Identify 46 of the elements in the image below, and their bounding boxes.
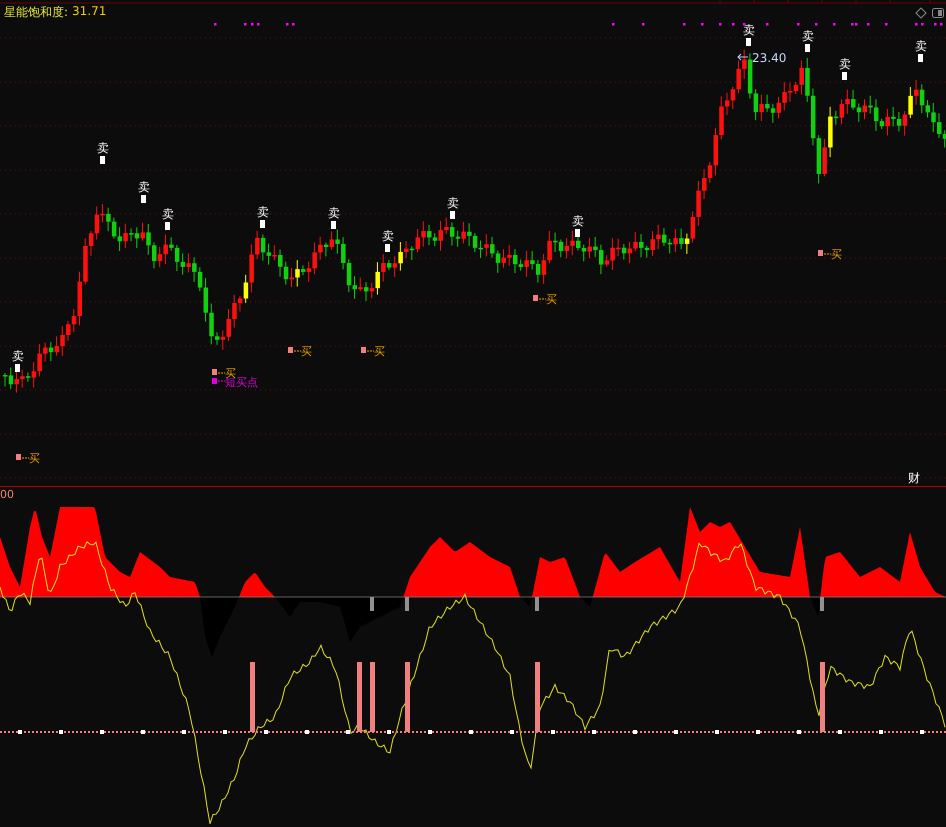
sell-marker (842, 72, 847, 80)
indicator-value: 31.71 (72, 4, 106, 20)
buy-signal-label: 买 (374, 345, 385, 358)
sell-signal-label: 卖 (257, 205, 269, 219)
sell-signal-label: 卖 (382, 229, 394, 243)
high-price-label: 23.40 (752, 51, 786, 65)
axis-label: 00 (0, 488, 14, 501)
sell-signal-label: 卖 (839, 57, 851, 71)
buy-marker-drawing (288, 347, 302, 353)
sell-signal-label: 卖 (12, 349, 24, 363)
sell-signal-label: 卖 (138, 180, 150, 194)
sell-signal-label: 卖 (915, 39, 927, 53)
buy-signal-label: 买 (29, 452, 40, 465)
indicator-name: 星能饱和度: (4, 4, 68, 21)
sell-marker (918, 54, 923, 62)
sell-marker (450, 211, 455, 219)
sell-marker (165, 222, 170, 230)
buy-marker-drawing (818, 250, 832, 256)
diamond-icon[interactable] (914, 6, 928, 20)
sell-marker (141, 195, 146, 203)
sell-marker (805, 44, 810, 52)
short-buy-marker-drawing (212, 378, 226, 384)
sell-signal-label: 卖 (328, 206, 340, 220)
sell-marker (746, 38, 751, 46)
sell-signal-label: 卖 (572, 214, 584, 228)
sell-marker (260, 220, 265, 228)
buy-marker-drawing (533, 295, 546, 301)
buy-signal-label: 买 (301, 345, 312, 358)
sell-signal-label: 卖 (162, 207, 174, 221)
sell-signal-label: 卖 (447, 196, 459, 210)
finance-label: 财 (908, 471, 920, 485)
sell-marker (100, 156, 105, 164)
sell-marker (575, 229, 580, 237)
sell-signal-label: 卖 (97, 141, 109, 155)
buy-signal-label: 买 (831, 248, 842, 261)
buy-marker-drawing (361, 347, 374, 353)
buy-marker-drawing (16, 454, 30, 460)
sell-signal-label: 卖 (743, 23, 755, 37)
panel-toggle-icon[interactable] (931, 6, 945, 20)
buy-signal-label: 买 (546, 293, 557, 306)
arrow-icon (737, 54, 748, 60)
buy-marker-drawing (212, 369, 226, 375)
sell-marker (331, 221, 336, 229)
sell-signal-label: 卖 (802, 29, 814, 43)
sell-marker (15, 364, 20, 372)
sell-marker (385, 244, 390, 252)
